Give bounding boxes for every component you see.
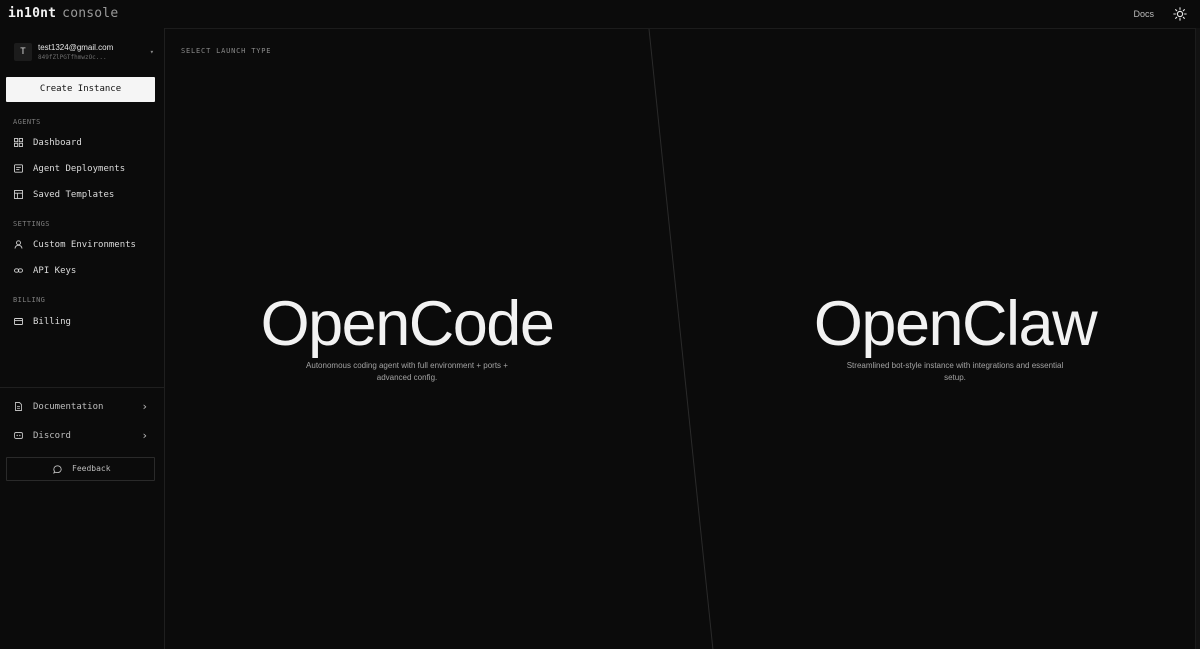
option-title: OpenClaw [813, 289, 1098, 359]
documentation-label: Documentation [33, 402, 104, 412]
sidebar: T test1324@gmail.com 849fZlPGTfhmwzOc...… [0, 28, 165, 649]
sidebar-item-dashboard[interactable]: Dashboard [14, 135, 154, 151]
launch-option-openclaw[interactable]: OpenClaw Streamlined bot-style instance … [805, 291, 1105, 384]
documentation-link[interactable]: Documentation › [14, 399, 148, 415]
sidebar-item-agent-deployments[interactable]: Agent Deployments [14, 161, 154, 177]
sidebar-item-custom-environments[interactable]: Custom Environments [14, 237, 154, 253]
chevron-down-icon: ▾ [149, 48, 154, 56]
sidebar-item-billing[interactable]: Billing [14, 314, 154, 330]
sidebar-item-label: Agent Deployments [33, 164, 126, 174]
list-icon [14, 164, 23, 173]
user-icon [14, 240, 23, 249]
option-description: Streamlined bot-style instance with inte… [846, 361, 1064, 382]
account-id: 849fZlPGTfhmwzOc... [38, 54, 107, 61]
brand-suffix: console [62, 6, 119, 21]
brand-logo[interactable]: in10nt console [8, 6, 118, 21]
launch-option-opencode[interactable]: OpenCode Autonomous coding agent with fu… [257, 291, 557, 384]
top-bar: in10nt console Docs [0, 0, 1200, 28]
discord-label: Discord [33, 431, 71, 441]
create-instance-button[interactable]: Create Instance [6, 77, 155, 102]
avatar: T [14, 43, 32, 61]
select-launch-type-label: SELECT LAUNCH TYPE [181, 47, 272, 55]
key-icon [14, 268, 23, 273]
sidebar-item-api-keys[interactable]: API Keys [14, 263, 154, 279]
option-title: OpenCode [260, 289, 555, 359]
section-label-settings: SETTINGS [13, 220, 50, 228]
account-switcher[interactable]: T test1324@gmail.com 849fZlPGTfhmwzOc...… [14, 43, 154, 65]
chevron-right-icon: › [141, 429, 148, 442]
sidebar-item-saved-templates[interactable]: Saved Templates [14, 187, 154, 203]
section-label-billing: BILLING [13, 296, 46, 304]
sidebar-item-label: Saved Templates [33, 190, 115, 200]
sidebar-divider [0, 387, 165, 388]
grid-icon [14, 138, 23, 147]
main-content: SELECT LAUNCH TYPE OpenCode Autonomous c… [165, 28, 1195, 649]
template-icon [14, 190, 23, 199]
chevron-right-icon: › [141, 400, 148, 413]
account-email: test1324@gmail.com [38, 43, 114, 52]
feedback-label: Feedback [72, 464, 111, 473]
brand-name: in10nt [8, 6, 57, 21]
sidebar-item-label: Dashboard [33, 138, 82, 148]
docs-link[interactable]: Docs [1133, 9, 1154, 19]
chat-bubble-icon [53, 465, 62, 474]
sidebar-item-label: API Keys [33, 266, 77, 276]
card-icon [14, 318, 23, 325]
feedback-button[interactable]: Feedback [6, 457, 155, 481]
discord-icon [14, 432, 23, 439]
sidebar-item-label: Billing [33, 317, 71, 327]
discord-link[interactable]: Discord › [14, 428, 148, 444]
option-description: Autonomous coding agent with full enviro… [306, 361, 508, 382]
section-label-agents: AGENTS [13, 118, 41, 126]
document-icon [15, 402, 22, 411]
scrollbar-track[interactable] [1195, 28, 1200, 649]
sidebar-item-label: Custom Environments [33, 240, 136, 250]
console-app: in10nt console Docs T test1324@gmail.com … [0, 0, 1200, 649]
sun-icon[interactable] [1173, 7, 1187, 21]
